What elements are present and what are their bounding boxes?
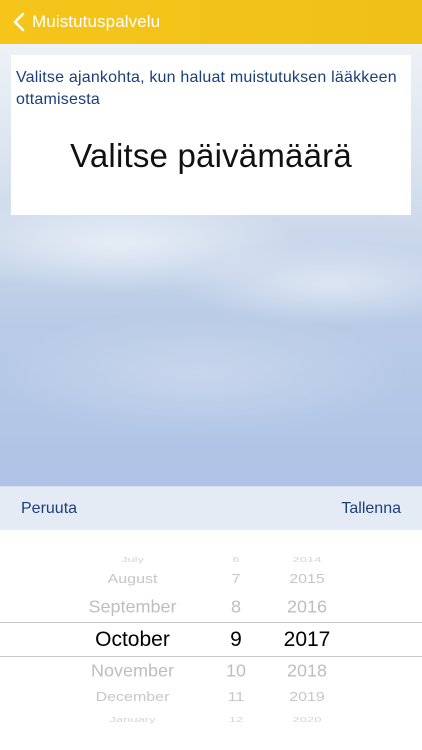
navigation-bar: Muistutuspalvelu [0, 0, 422, 44]
info-card: Valitse ajankohta, kun haluat muistutuks… [11, 55, 411, 215]
day-option[interactable]: 12 [214, 714, 258, 723]
year-option[interactable]: 2019 [268, 690, 346, 706]
back-button[interactable]: Muistutuspalvelu [0, 0, 160, 44]
month-option[interactable]: December [40, 690, 225, 706]
month-option[interactable]: July [40, 554, 225, 563]
day-option[interactable]: 11 [214, 690, 258, 706]
year-option[interactable]: 2017 [268, 627, 346, 652]
year-option[interactable]: 2020 [268, 714, 346, 723]
day-option[interactable]: 6 [214, 554, 258, 563]
month-option[interactable]: October [40, 627, 225, 652]
month-column[interactable]: July August September October November Decemb… [40, 530, 225, 750]
back-button-label: Muistutuspalvelu [32, 12, 161, 31]
month-option[interactable]: November [40, 661, 225, 682]
month-option[interactable]: August [40, 572, 225, 588]
day-option[interactable]: 9 [214, 627, 258, 652]
page-title: Valitse päivämäärä [70, 137, 352, 174]
day-option[interactable]: 8 [214, 597, 258, 618]
instruction-text: Valitse ajankohta, kun haluat muistutuks… [16, 69, 397, 108]
day-option[interactable]: 10 [214, 661, 258, 682]
year-option[interactable]: 2014 [268, 554, 346, 563]
day-option[interactable]: 7 [214, 572, 258, 588]
year-option[interactable]: 2016 [268, 597, 346, 618]
chevron-left-icon [13, 12, 25, 32]
year-option[interactable]: 2018 [268, 661, 346, 682]
save-button[interactable]: Tallenna [341, 487, 401, 531]
day-column[interactable]: 6 7 8 9 10 11 12 [214, 530, 258, 750]
date-picker[interactable]: July August September October November Decemb… [0, 530, 422, 750]
month-option[interactable]: January [40, 714, 225, 723]
year-option[interactable]: 2015 [268, 572, 346, 588]
year-column[interactable]: 2014 2015 2016 2017 2018 2019 2020 [268, 530, 346, 750]
picker-toolbar: Peruuta Tallenna [0, 486, 422, 530]
month-option[interactable]: September [40, 597, 225, 618]
cancel-button[interactable]: Peruuta [21, 487, 77, 531]
